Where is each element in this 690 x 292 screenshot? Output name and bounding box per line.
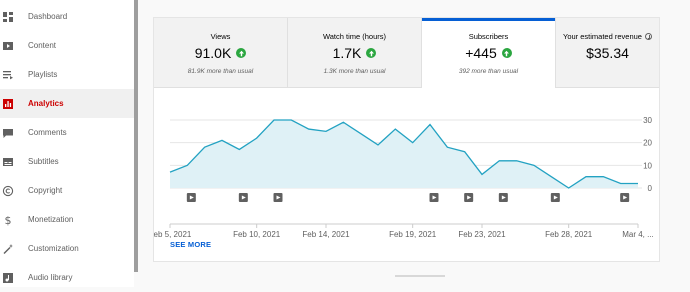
analytics-icon — [2, 98, 14, 110]
sidebar-item-label: Subtitles — [28, 157, 59, 166]
metric-label: Views — [210, 32, 231, 41]
dashboard-icon — [2, 11, 14, 23]
tab-views[interactable]: Views 91.0K 81.9K more than usual — [154, 18, 288, 88]
see-more-link[interactable]: SEE MORE — [170, 240, 211, 249]
tab-watch-time[interactable]: Watch time (hours) 1.7K 1.3K more than u… — [288, 18, 422, 88]
metric-value: 91.0K — [154, 45, 287, 61]
tab-revenue[interactable]: Your estimated revenue $35.34 — [556, 18, 659, 88]
metric-value-text: 1.7K — [332, 45, 362, 61]
x-tick-label: Feb 23, 2021 — [458, 230, 506, 238]
sidebar-item-subtitles[interactable]: Subtitles — [0, 147, 134, 176]
copyright-icon — [2, 185, 14, 197]
metric-label-text: Your estimated revenue — [563, 32, 642, 41]
metric-tabs: Views 91.0K 81.9K more than usual Watch … — [154, 18, 659, 88]
sidebar-scrollbar[interactable] — [134, 0, 138, 272]
metric-value: +445 — [422, 45, 555, 61]
x-tick-label: Feb 14, 2021 — [302, 230, 350, 238]
metric-value-text: 91.0K — [194, 45, 232, 61]
y-tick-label: 20 — [643, 139, 652, 148]
x-tick-label: Feb 28, 2021 — [545, 230, 593, 238]
audio-library-icon — [2, 272, 14, 284]
content-icon — [2, 40, 14, 52]
analytics-card: Views 91.0K 81.9K more than usual Watch … — [153, 17, 660, 262]
sidebar-item-monetization[interactable]: $ Monetization — [0, 205, 134, 234]
sidebar-item-content[interactable]: Content — [0, 31, 134, 60]
sidebar-item-label: Comments — [28, 128, 67, 137]
metric-comparison: 392 more than usual — [458, 68, 519, 75]
sidebar-item-label: Monetization — [28, 215, 74, 224]
sidebar-item-playlists[interactable]: Playlists — [0, 60, 134, 89]
comments-icon — [2, 127, 14, 139]
x-tick-label: Feb 5, 2021 — [154, 230, 192, 238]
sidebar-item-customization[interactable]: Customization — [0, 234, 134, 263]
y-tick-label: 30 — [643, 116, 652, 125]
sidebar-item-label: Playlists — [28, 70, 58, 79]
customization-icon — [2, 243, 14, 255]
sidebar-item-audio-library[interactable]: Audio library — [0, 263, 134, 292]
sidebar-item-dashboard[interactable]: Dashboard — [0, 2, 134, 31]
tab-subscribers[interactable]: Subscribers +445 392 more than usual — [422, 18, 556, 88]
sidebar-item-comments[interactable]: Comments — [0, 118, 134, 147]
subtitles-icon — [2, 156, 14, 168]
metric-comparison: 1.3K more than usual — [323, 68, 386, 75]
metric-value-text: +445 — [465, 45, 497, 61]
metric-label: Subscribers — [468, 32, 509, 41]
sidebar-item-label: Dashboard — [28, 12, 68, 21]
x-tick-label: Feb 10, 2021 — [233, 230, 281, 238]
info-icon[interactable] — [644, 33, 652, 40]
metric-value: $35.34 — [556, 45, 659, 61]
sidebar-item-label: Copyright — [28, 186, 63, 195]
metric-comparison: 81.9K more than usual — [187, 68, 254, 75]
metric-label: Your estimated revenue — [556, 32, 659, 41]
sidebar-item-label: Customization — [28, 244, 79, 253]
trend-up-icon — [236, 48, 247, 58]
area-fill — [170, 120, 638, 188]
playlists-icon — [2, 69, 14, 81]
y-tick-label: 10 — [643, 161, 652, 170]
subscribers-chart: 30 20 10 0 Feb 5, 2021 Feb 10, 2021 Feb 14, 20… — [154, 116, 654, 238]
horizontal-scrollbar[interactable] — [395, 275, 445, 277]
metric-label: Watch time (hours) — [322, 32, 387, 41]
sidebar: Dashboard Content Playlists Analytics Commen… — [0, 0, 134, 287]
y-tick-label: 0 — [648, 184, 653, 193]
trend-up-icon — [366, 48, 377, 58]
sidebar-item-label: Analytics — [28, 99, 64, 108]
sidebar-item-label: Audio library — [28, 273, 73, 282]
metric-value-text: $35.34 — [586, 45, 629, 61]
sidebar-item-analytics[interactable]: Analytics — [0, 89, 134, 118]
x-tick-label: Mar 4, ... — [622, 230, 654, 238]
svg-text:$: $ — [5, 214, 12, 226]
monetization-icon: $ — [2, 214, 14, 226]
sidebar-item-label: Content — [28, 41, 57, 50]
sidebar-item-copyright[interactable]: Copyright — [0, 176, 134, 205]
trend-up-icon — [501, 48, 512, 58]
metric-value: 1.7K — [288, 45, 421, 61]
x-tick-label: Feb 19, 2021 — [389, 230, 437, 238]
